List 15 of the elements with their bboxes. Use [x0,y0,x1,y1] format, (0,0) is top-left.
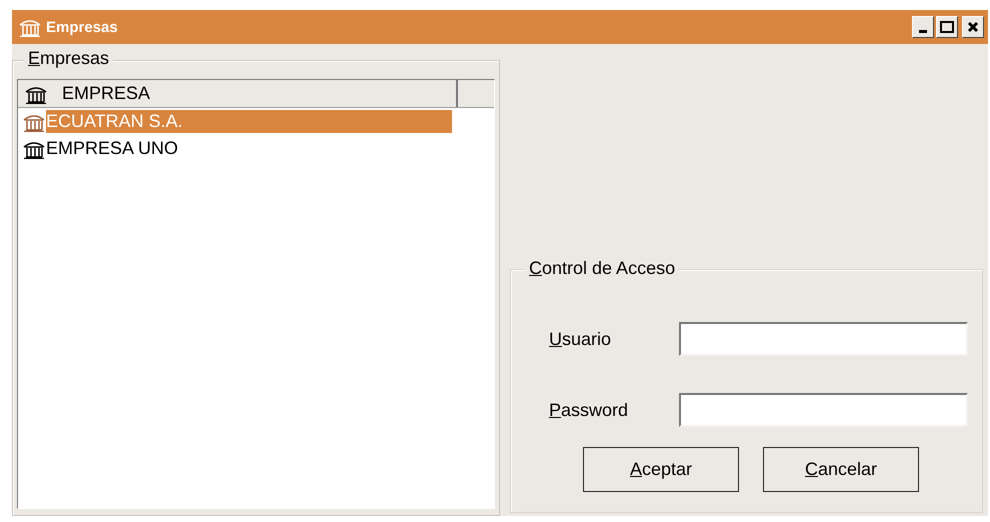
minimize-button[interactable] [912,16,934,38]
close-button[interactable] [962,16,984,38]
field-label: Password [549,400,630,420]
input-field[interactable] [679,322,968,356]
close-icon [967,21,979,33]
list-item[interactable]: EMPRESA UNO [46,137,452,160]
maximize-button[interactable] [936,16,958,38]
dialog-button[interactable]: Aceptar [583,447,739,492]
maximize-icon [940,21,954,33]
dialog-button[interactable]: Cancelar [763,447,919,492]
window-title: Empresas [46,18,119,36]
minimize-icon [919,30,927,32]
field-label: Usuario [549,328,612,350]
group-label: Control de Acceso [525,258,680,279]
input-field[interactable] [679,393,968,427]
